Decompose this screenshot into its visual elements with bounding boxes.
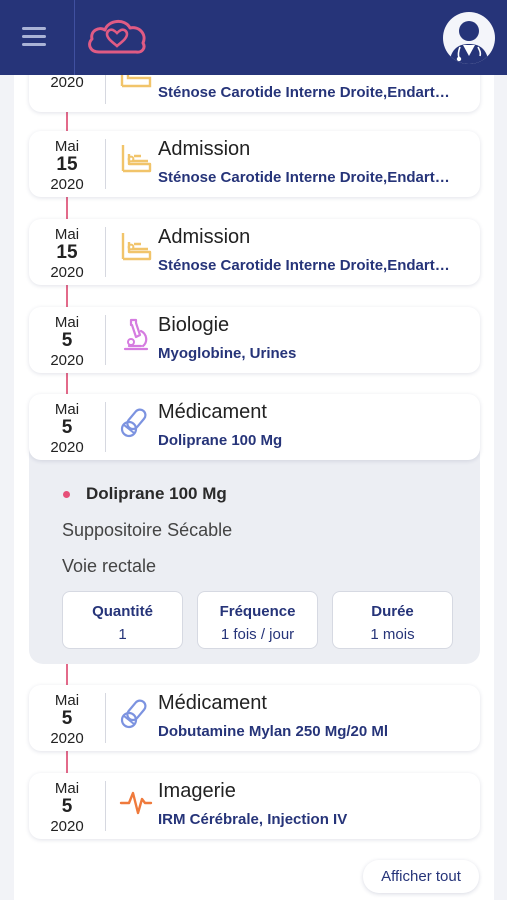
show-all-button[interactable]: Afficher tout (363, 860, 479, 893)
stat-value: 1 fois / jour (220, 626, 295, 643)
card-divider (105, 402, 106, 452)
event-date: Mai 5 2020 (29, 685, 105, 751)
event-date: Mai 15 2020 (29, 219, 105, 285)
timeline-card[interactable]: Mai 5 2020 Médicament Dobutamine Mylan 2… (29, 685, 480, 751)
timeline-card[interactable]: Mai 5 2020 Médicament Doliprane 100 Mg (29, 394, 480, 460)
hamburger-menu-icon[interactable] (22, 27, 50, 49)
timeline-card[interactable]: Mai 5 2020 Imagerie IRM Cérébrale, Injec… (29, 773, 480, 839)
timeline-card[interactable]: Mai 15 2020 Admission Sténose Carotide I… (29, 131, 480, 197)
event-title: Admission (158, 138, 251, 160)
event-month: Mai (54, 226, 80, 243)
event-date: Mai 5 2020 (29, 773, 105, 839)
event-subtitle: IRM Cérébrale, Injection IV (158, 811, 348, 828)
medication-form: Suppositoire Sécable (62, 520, 233, 540)
expanded-medication-details: Mai 5 2020 Médicament Doliprane 100 Mg D… (29, 394, 480, 664)
pulse-waveform-icon (119, 791, 153, 815)
medication-route: Voie rectale (62, 556, 157, 576)
event-day: 15 (56, 154, 78, 175)
event-day: 5 (61, 708, 73, 729)
event-year: 2020 (50, 818, 84, 835)
medication-name: Doliprane 100 Mg (86, 484, 227, 503)
stat-frequence: Fréquence 1 fois / jour (197, 591, 318, 649)
hospital-bed-icon (121, 145, 152, 173)
stat-label: Quantité (92, 603, 153, 620)
card-divider (105, 227, 106, 277)
event-title: Médicament (158, 401, 267, 423)
card-divider (105, 139, 106, 189)
timeline-card[interactable]: Mai 5 2020 Biologie Myoglobine, Urines (29, 307, 480, 373)
microscope-icon (123, 318, 149, 351)
stat-label: Durée (371, 603, 414, 620)
stat-value: 1 (118, 626, 127, 643)
pills-icon (120, 699, 147, 729)
event-subtitle: Sténose Carotide Interne Droite,Endart… (158, 84, 450, 101)
top-app-bar (0, 0, 507, 75)
doctor-avatar-icon[interactable] (443, 12, 495, 64)
event-day: 5 (61, 796, 73, 817)
event-year: 2020 (50, 352, 84, 369)
event-month: Mai (54, 138, 80, 155)
event-year: 2020 (50, 439, 84, 456)
bullet-dot (63, 491, 70, 498)
event-title: Médicament (158, 692, 267, 714)
stat-label: Fréquence (219, 603, 296, 620)
event-subtitle: Doliprane 100 Mg (158, 432, 283, 449)
event-month: Mai (54, 314, 80, 331)
event-year: 2020 (50, 264, 84, 281)
event-date: Mai 5 2020 (29, 394, 105, 460)
card-divider (105, 781, 106, 831)
card-divider (105, 693, 106, 743)
header-divider (74, 0, 75, 75)
event-title: Biologie (158, 314, 230, 336)
pills-icon (120, 408, 147, 438)
stat-value: 1 mois (370, 626, 415, 643)
event-subtitle: Dobutamine Mylan 250 Mg/20 Ml (158, 723, 389, 740)
event-day: 5 (61, 417, 73, 438)
stat-quantite: Quantité 1 (62, 591, 183, 649)
event-title: Admission (158, 226, 251, 248)
stat-duree: Durée 1 mois (332, 591, 453, 649)
event-title: Imagerie (158, 780, 236, 802)
event-subtitle: Sténose Carotide Interne Droite,Endart… (158, 169, 450, 186)
event-month: Mai (54, 692, 80, 709)
event-date: Mai 5 2020 (29, 307, 105, 373)
event-subtitle: Sténose Carotide Interne Droite,Endart… (158, 257, 450, 274)
event-day: 5 (61, 330, 73, 351)
card-divider (105, 315, 106, 365)
event-month: Mai (54, 780, 80, 797)
event-year: 2020 (50, 74, 84, 91)
cloud-heart-logo-icon[interactable] (85, 14, 149, 60)
timeline-card[interactable]: Mai 15 2020 Admission Sténose Carotide I… (29, 219, 480, 285)
event-year: 2020 (50, 176, 84, 193)
event-day: 15 (56, 242, 78, 263)
event-subtitle: Myoglobine, Urines (158, 345, 297, 362)
event-year: 2020 (50, 730, 84, 747)
hospital-bed-icon (121, 233, 152, 261)
event-date: Mai 15 2020 (29, 131, 105, 197)
event-month: Mai (54, 401, 80, 418)
